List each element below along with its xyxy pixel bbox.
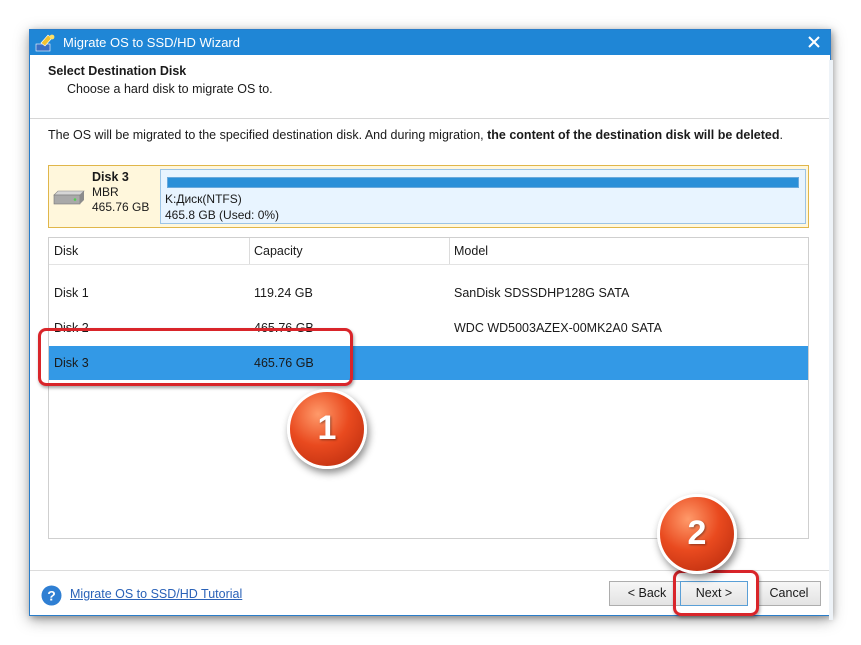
column-header-disk[interactable]: Disk: [54, 244, 78, 258]
step-title: Select Destination Disk: [48, 64, 187, 78]
column-divider[interactable]: [249, 238, 250, 264]
background-window-edge: [829, 60, 833, 620]
warning-text: The OS will be migrated to the specified…: [48, 128, 488, 142]
column-header-model[interactable]: Model: [454, 244, 488, 258]
warning-bold-text: the content of the destination disk will…: [487, 128, 780, 142]
step-subtitle: Choose a hard disk to migrate OS to.: [67, 82, 273, 96]
partition-usage-bar: [167, 177, 799, 188]
highlight-next-button: [673, 570, 759, 616]
wizard-app-icon: [35, 33, 57, 53]
disk-card-partition-style: MBR: [92, 185, 119, 199]
disk-card-name: Disk 3: [92, 170, 129, 184]
row-disk: Disk 1: [54, 286, 89, 300]
column-header-capacity[interactable]: Capacity: [254, 244, 303, 258]
column-divider[interactable]: [449, 238, 450, 264]
hard-disk-icon: [52, 189, 86, 207]
migration-warning: The OS will be migrated to the specified…: [48, 127, 818, 144]
step-badge-2: 2: [657, 494, 737, 574]
partition-usage-fill: [168, 178, 798, 187]
window-title: Migrate OS to SSD/HD Wizard: [63, 35, 240, 50]
partition-label: K:Диск(NTFS): [165, 192, 242, 206]
tutorial-link[interactable]: Migrate OS to SSD/HD Tutorial: [70, 587, 242, 601]
table-header: Disk Capacity Model: [49, 238, 808, 265]
help-icon[interactable]: ?: [41, 585, 62, 606]
close-button[interactable]: [804, 32, 824, 52]
destination-disk-card[interactable]: Disk 3 MBR 465.76 GB K:Диск(NTFS) 465.8 …: [48, 165, 809, 228]
partition-usage-text: 465.8 GB (Used: 0%): [165, 208, 280, 222]
row-capacity: 119.24 GB: [254, 286, 313, 300]
wizard-header: Select Destination Disk Choose a hard di…: [30, 55, 830, 119]
svg-text:?: ?: [47, 588, 56, 604]
highlight-selected-disk: [38, 328, 353, 386]
close-icon: [808, 36, 820, 48]
partition-block[interactable]: K:Диск(NTFS) 465.8 GB (Used: 0%): [160, 169, 806, 224]
title-bar[interactable]: Migrate OS to SSD/HD Wizard: [30, 30, 830, 55]
table-row-disk-1[interactable]: Disk 1 119.24 GB SanDisk SDSSDHP128G SAT…: [49, 276, 808, 310]
disk-card-size: 465.76 GB: [92, 200, 150, 214]
row-model: WDC WD5003AZEX-00MK2A0 SATA: [454, 321, 662, 335]
cancel-button[interactable]: Cancel: [757, 581, 821, 606]
warning-end: .: [779, 128, 783, 142]
step-badge-1: 1: [287, 389, 367, 469]
row-model: SanDisk SDSSDHP128G SATA: [454, 286, 630, 300]
